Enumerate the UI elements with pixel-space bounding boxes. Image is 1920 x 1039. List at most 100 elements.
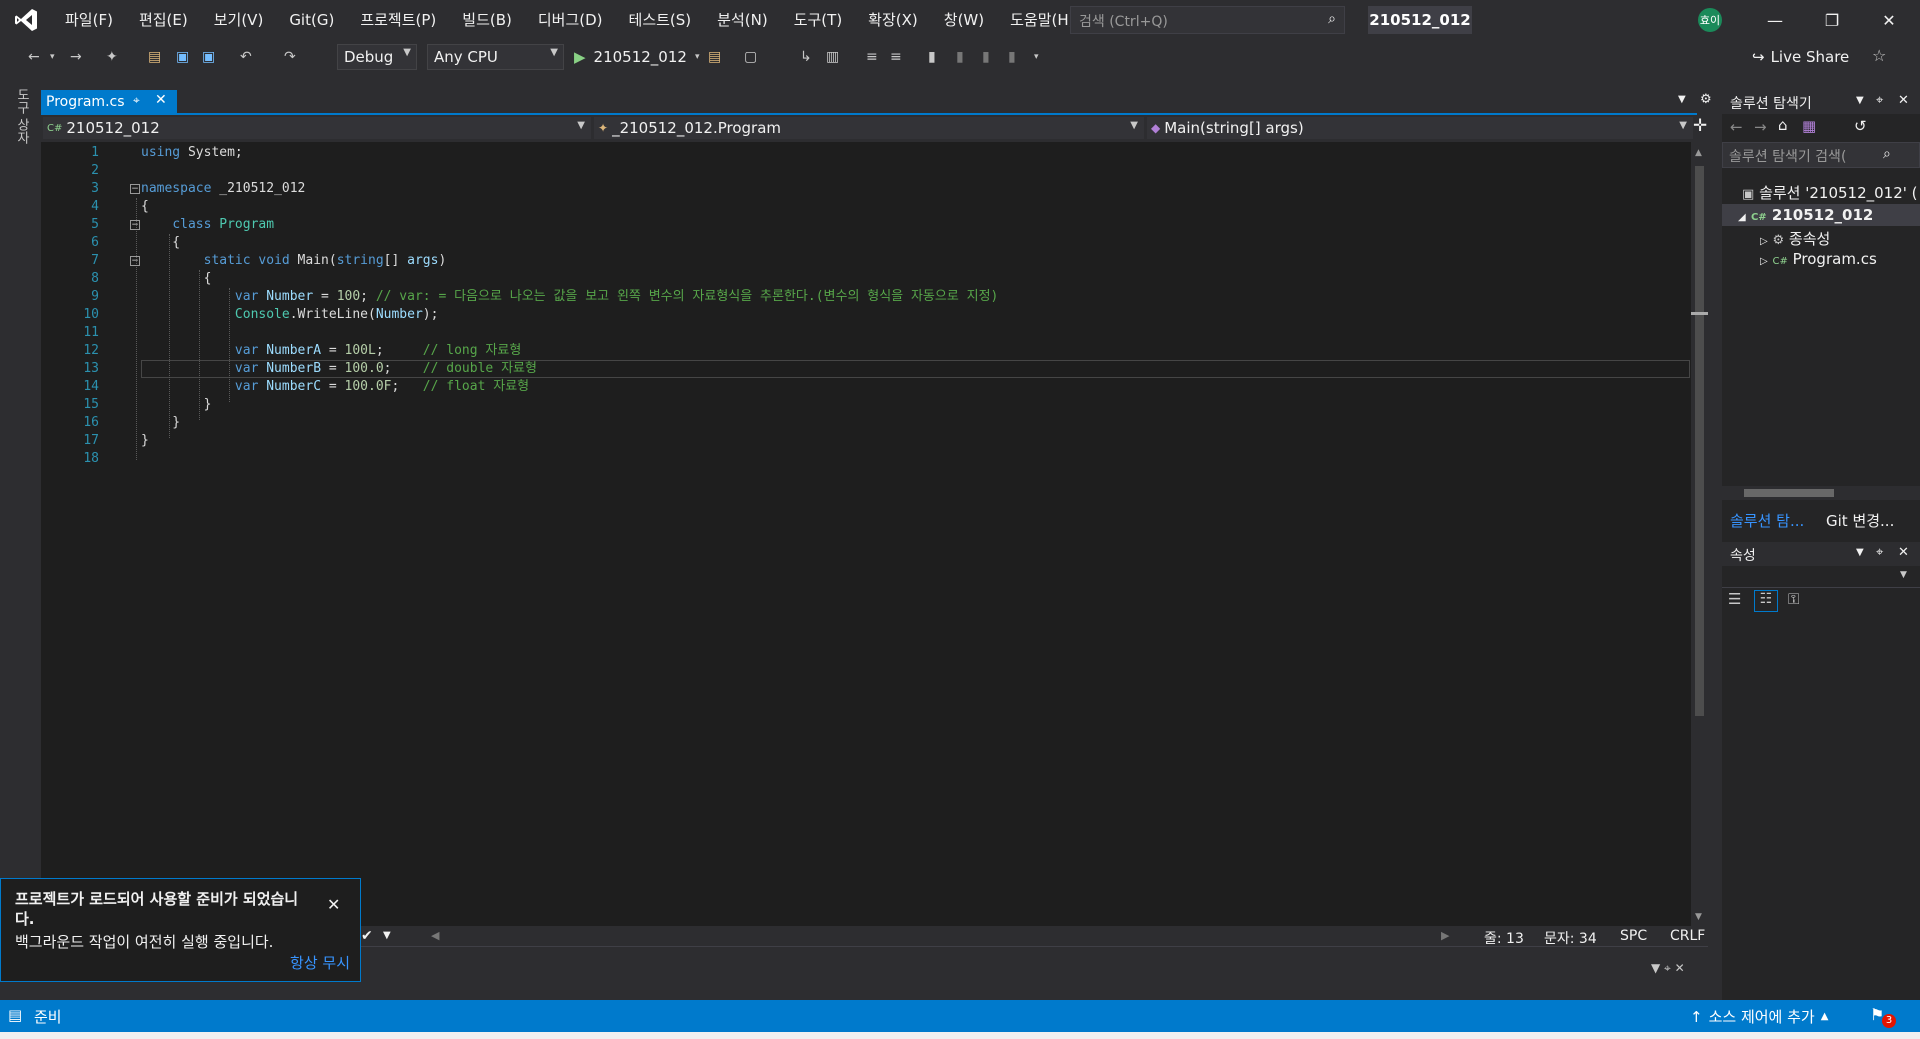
platform-dropdown[interactable]: Any CPU ▼ [427, 44, 564, 70]
windows-icon[interactable]: ▥ [826, 47, 839, 67]
tree-dependencies-node[interactable]: ▷ ⚙ 종속성 [1760, 228, 1830, 249]
code-editor[interactable]: 1 using System; 2 3 namespace _210512_012 4{5… [41, 142, 1691, 926]
code-line[interactable]: 8 { [41, 270, 1691, 288]
menu-item-10[interactable]: 확장(X) [855, 0, 931, 40]
tab-solution-explorer[interactable]: 솔루션 탐... [1730, 510, 1804, 531]
tree-solution-node[interactable]: ▣ 솔루션 '210512_012' ( [1742, 182, 1918, 203]
clear-bookmarks-icon[interactable]: ▮ [1008, 47, 1016, 67]
undo-icon[interactable]: ↶ [240, 47, 252, 67]
menu-item-11[interactable]: 창(W) [931, 0, 997, 40]
menu-item-1[interactable]: 편집(E) [126, 0, 201, 40]
restore-button[interactable]: ❐ [1809, 0, 1855, 40]
start-debugging-button[interactable]: ▶ 210512_012 ▾ [574, 44, 699, 70]
scroll-right-icon[interactable]: ▶ [1441, 929, 1449, 942]
code-line[interactable]: 14 var NumberC = 100.0F; // float 자료형 [41, 378, 1691, 396]
feedback-icon[interactable]: ☆ [1872, 46, 1886, 65]
forward-icon[interactable]: → [70, 47, 82, 67]
menu-item-8[interactable]: 분석(N) [704, 0, 781, 40]
collapse-region-icon[interactable]: − [130, 184, 140, 194]
settings-icon[interactable]: ⚙ [1700, 92, 1712, 107]
chevron-down-icon[interactable]: ▼ [1856, 547, 1864, 558]
vertical-scrollbar[interactable]: ▲ ▼ [1691, 142, 1708, 926]
member-dropdown[interactable]: ◆ Main(string[] args) ▼ [1147, 117, 1693, 139]
line-ending-indicator[interactable]: CRLF [1670, 928, 1705, 944]
back-dropdown-icon[interactable]: ▾ [50, 47, 55, 67]
chevron-down-icon[interactable]: ▼ [383, 930, 391, 941]
live-share-button[interactable]: ↪ Live Share [1752, 48, 1849, 66]
back-icon[interactable]: ← [28, 47, 40, 67]
code-line[interactable]: 10 Console.WriteLine(Number); [41, 306, 1691, 324]
menu-item-9[interactable]: 도구(T) [781, 0, 855, 40]
switch-views-icon[interactable]: ▦ [1802, 117, 1816, 135]
code-line[interactable]: 15 } [41, 396, 1691, 414]
panel-controls-icon[interactable]: ▼ ⌖ ✕ [1651, 961, 1685, 976]
forward-icon[interactable]: → [1754, 118, 1767, 136]
code-line[interactable]: 9 var Number = 100; // var: = 다음으로 나오는 값… [41, 288, 1691, 306]
back-icon[interactable]: ← [1730, 118, 1743, 136]
line-indicator[interactable]: 줄: 13 [1484, 928, 1524, 948]
code-line[interactable]: 6 { [41, 234, 1691, 252]
toolbox-tab[interactable]: 도구 상자 [12, 88, 31, 144]
properties-object-dropdown[interactable]: ▼ [1722, 566, 1920, 588]
prev-bookmark-icon[interactable]: ▮ [956, 47, 964, 67]
menu-item-5[interactable]: 빌드(B) [449, 0, 525, 40]
code-line[interactable]: 7 static void Main(string[] args) [41, 252, 1691, 270]
add-to-source-control-button[interactable]: ↑ 소스 제어에 추가 ▲ [1690, 1006, 1828, 1027]
menu-item-2[interactable]: 보기(V) [201, 0, 277, 40]
code-line[interactable]: 11 [41, 324, 1691, 342]
redo-icon[interactable]: ↷ [284, 47, 296, 67]
solution-search-box[interactable]: 솔루션 탐색기 검색( ⌕ [1722, 142, 1920, 168]
alphabetical-icon[interactable]: ☷ [1754, 590, 1778, 612]
toolbar-options-icon[interactable]: ▾ [1034, 47, 1039, 67]
pin-icon[interactable]: ⌖ [133, 93, 140, 108]
scroll-thumb[interactable] [1744, 489, 1834, 497]
open-file-icon[interactable]: ▤ [148, 47, 161, 67]
ignore-always-link[interactable]: 항상 무시 [290, 952, 350, 973]
horizontal-scrollbar[interactable] [1722, 486, 1920, 500]
save-icon[interactable]: ▣ [176, 47, 189, 67]
menu-item-7[interactable]: 테스트(S) [616, 0, 705, 40]
code-line[interactable]: 1 using System; [41, 144, 1691, 162]
collapse-region-icon[interactable]: − [130, 256, 140, 266]
code-line[interactable]: 13 var NumberB = 100.0; // double 자료형 [41, 360, 1691, 378]
scroll-up-icon[interactable]: ▲ [1695, 148, 1702, 158]
bookmark-icon[interactable]: ▮ [928, 47, 936, 67]
code-line[interactable]: 3 namespace _210512_012 [41, 180, 1691, 198]
next-bookmark-icon[interactable]: ▮ [982, 47, 990, 67]
code-line[interactable]: 2 [41, 162, 1691, 180]
scroll-left-icon[interactable]: ◀ [431, 929, 439, 942]
collapse-region-icon[interactable]: − [130, 220, 140, 230]
property-pages-icon[interactable]: ⚿ [1788, 590, 1799, 608]
split-editor-icon[interactable]: ✛ [1693, 116, 1707, 136]
code-line[interactable]: 18 [41, 450, 1691, 468]
indent-icon[interactable]: ≡ [866, 47, 878, 67]
close-tab-icon[interactable]: ✕ [155, 92, 167, 108]
close-panel-icon[interactable]: ✕ [1898, 545, 1909, 560]
scroll-down-icon[interactable]: ▼ [1695, 912, 1702, 922]
tree-file-node[interactable]: ▷ C# Program.cs [1760, 250, 1877, 268]
pin-icon[interactable]: ⌖ [1876, 93, 1883, 108]
tab-overflow-icon[interactable]: ▼ [1678, 94, 1686, 105]
code-line[interactable]: 12 var NumberA = 100L; // long 자료형 [41, 342, 1691, 360]
search-box[interactable]: 검색 (Ctrl+Q) ⌕ [1070, 6, 1345, 34]
column-indicator[interactable]: 문자: 34 [1544, 928, 1597, 948]
code-line[interactable]: 4{ [41, 198, 1691, 216]
browser-link-icon[interactable]: ▢ [744, 47, 757, 67]
menu-item-3[interactable]: Git(G) [276, 0, 347, 40]
code-health-icon[interactable]: ✔ [361, 928, 373, 944]
code-line[interactable]: 16 } [41, 414, 1691, 432]
home-icon[interactable]: ⌂ [1778, 116, 1788, 134]
tab-git-changes[interactable]: Git 변경... [1826, 510, 1894, 531]
outdent-icon[interactable]: ≡ [890, 47, 902, 67]
code-line[interactable]: 17} [41, 432, 1691, 450]
save-all-icon[interactable]: ▣ [202, 47, 215, 67]
close-window-button[interactable]: ✕ [1866, 0, 1912, 40]
history-icon[interactable]: ↺ [1854, 117, 1867, 135]
spacing-indicator[interactable]: SPC [1620, 928, 1647, 944]
chevron-down-icon[interactable]: ▼ [1856, 95, 1864, 106]
tree-project-node[interactable]: ◢ C# 210512_012 [1738, 206, 1873, 224]
tab-program-cs[interactable]: Program.cs ⌖ ✕ [41, 90, 177, 114]
menu-item-4[interactable]: 프로젝트(P) [347, 0, 449, 40]
step-into-icon[interactable]: ↳ [800, 47, 812, 67]
pin-icon[interactable]: ⌖ [1876, 545, 1883, 560]
